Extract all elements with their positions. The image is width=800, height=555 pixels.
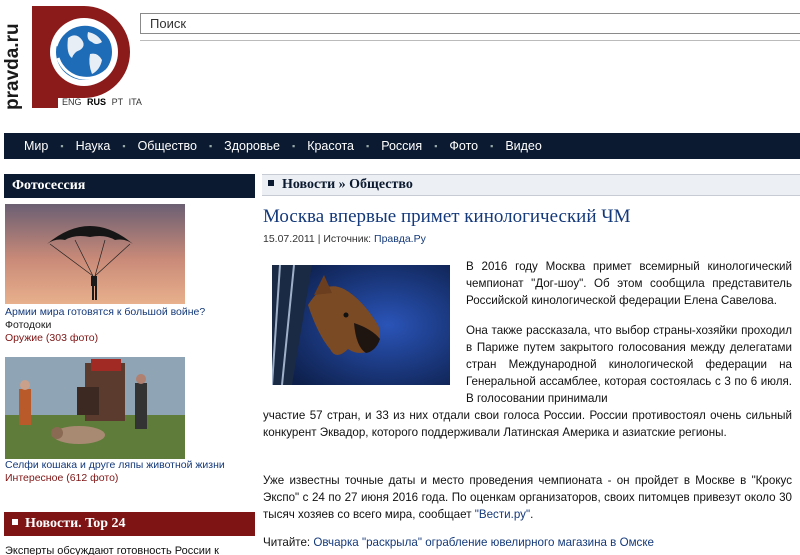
read-also-label: Читайте:: [263, 536, 311, 549]
nav-item-photo[interactable]: Фото: [449, 139, 478, 153]
language-switcher: ENG RUS PT ITA: [62, 97, 145, 107]
dog-article-photo: [272, 265, 450, 385]
nav-separator: ▪: [490, 141, 494, 151]
bullet-square-icon: [12, 519, 18, 525]
nav-separator: ▪: [122, 141, 126, 151]
photo-section-header: Фотосессия: [4, 174, 255, 198]
article-paragraph: Она также рассказала, что выбор страны-х…: [466, 324, 792, 405]
article-date: 15.07.2011: [263, 233, 315, 245]
photo-caption-1: Армии мира готовятся к большой войне? Фо…: [5, 306, 255, 345]
nav-separator: ▪: [365, 141, 370, 151]
photo-category[interactable]: Интересное (612 фото): [5, 472, 255, 485]
photo-title-link[interactable]: Армии мира готовятся к большой войне?: [5, 306, 255, 319]
pravda-globe-logo-icon: [32, 6, 130, 108]
header-divider: [140, 40, 800, 41]
lang-ita[interactable]: ITA: [129, 97, 142, 107]
main-nav: Мир ▪ Наука ▪ Общество ▪ Здоровье ▪ Красота ▪…: [4, 133, 800, 159]
photo-title-link[interactable]: Селфи кошака и друге ляпы животной жизни: [5, 459, 255, 472]
lang-rus[interactable]: RUS: [87, 97, 106, 107]
photo-section-title: Фотосессия: [12, 178, 86, 193]
photo-subtitle: Фотодоки: [5, 319, 52, 331]
nav-item-science[interactable]: Наука: [76, 139, 111, 153]
nav-separator: ▪: [60, 141, 64, 151]
search-box: [140, 13, 800, 34]
nav-separator: ▪: [208, 141, 213, 151]
nav-item-society[interactable]: Общество: [138, 139, 197, 153]
lang-eng[interactable]: ENG: [62, 97, 82, 107]
logo-wordmark: pravda.ru: [2, 23, 23, 110]
paragraph-text: .: [530, 508, 534, 521]
bullet-square-icon: [268, 180, 274, 186]
parachute-photo[interactable]: [5, 204, 185, 304]
source-label: Источник:: [323, 233, 372, 245]
news-top-title: Новости. Top 24: [25, 516, 126, 531]
breadcrumb: Новости » Общество: [262, 174, 800, 196]
nav-separator: ▪: [434, 141, 438, 151]
nav-item-russia[interactable]: Россия: [381, 139, 422, 153]
photo-caption-2: Селфи кошака и друге ляпы животной жизни…: [5, 459, 255, 485]
news-top-header: Новости. Top 24: [4, 512, 255, 536]
lang-pt[interactable]: PT: [112, 97, 124, 107]
nav-item-health[interactable]: Здоровье: [224, 139, 280, 153]
read-also-link[interactable]: Овчарка "раскрыла" ограбление ювелирного…: [313, 536, 654, 549]
cat-selfie-photo[interactable]: [5, 357, 185, 459]
breadcrumb-text[interactable]: Новости » Общество: [282, 177, 413, 192]
nav-item-beauty[interactable]: Красота: [307, 139, 354, 153]
source-value[interactable]: Правда.Ру: [374, 233, 426, 245]
search-input[interactable]: [141, 14, 800, 33]
article-paragraph: В 2016 году Москва примет всемирный кино…: [466, 260, 792, 307]
nav-item-world[interactable]: Мир: [24, 139, 48, 153]
article-paragraph: Уже известны точные даты и место проведе…: [263, 472, 792, 523]
vesti-link[interactable]: "Вести.ру": [475, 508, 530, 521]
nav-separator: ▪: [291, 141, 296, 151]
site-logo[interactable]: pravda.ru ENG RUS PT ITA: [0, 0, 142, 118]
photo-category[interactable]: Оружие (303 фото): [5, 332, 255, 345]
article-title: Москва впервые примет кинологический ЧМ: [263, 206, 631, 227]
article-paragraph: участие 57 стран, и 33 из них отдали сво…: [263, 409, 792, 439]
news-teaser-link[interactable]: Эксперты обсуждают готовность России к: [5, 545, 219, 555]
read-also: Читайте: Овчарка "раскрыла" ограбление ю…: [263, 536, 654, 549]
nav-item-video[interactable]: Видео: [505, 139, 542, 153]
article-meta: 15.07.2011 | Источник: Правда.Ру: [263, 233, 426, 245]
